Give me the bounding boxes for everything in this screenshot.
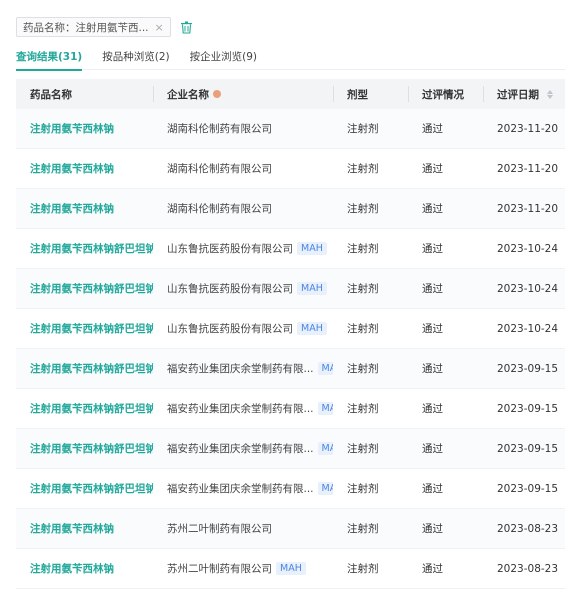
company-name: 山东鲁抗医药股份有限公司 — [167, 243, 293, 255]
trash-icon[interactable] — [179, 19, 195, 35]
tab-bar: 查询结果(31) 按品种浏览(2) 按企业浏览(9) — [16, 48, 565, 71]
tab-browse-by-variety[interactable]: 按品种浏览(2) — [102, 48, 169, 70]
review-status: 通过 — [422, 403, 443, 415]
drug-name-link[interactable]: 注射用氨苄西林钠舒巴坦钠 — [30, 241, 153, 256]
drug-name-link[interactable]: 注射用氨苄西林钠舒巴坦钠 — [30, 361, 153, 376]
review-date: 2023-08-23 — [497, 522, 559, 535]
header-review-date: 过评日期 — [483, 79, 565, 109]
dosage-form: 注射剂 — [347, 403, 379, 415]
mah-badge: MAH — [297, 322, 327, 335]
review-status: 通过 — [422, 483, 443, 495]
company-name: 湖南科伦制药有限公司 — [167, 203, 272, 215]
company-name: 苏州二叶制药有限公司 — [167, 523, 272, 535]
dosage-form: 注射剂 — [347, 323, 379, 335]
drug-name-link[interactable]: 注射用氨苄西林钠 — [30, 121, 114, 136]
company-name: 福安药业集团庆余堂制药有限... — [167, 403, 314, 415]
table-row[interactable]: 注射用氨苄西林钠舒巴坦钠 福安药业集团庆余堂制药有限...MAH 注射剂 通过 2023… — [16, 389, 565, 429]
filter-tag-drug-name[interactable]: 药品名称：注射用氨苄西... × — [16, 17, 171, 37]
company-name: 苏州二叶制药有限公司 — [167, 563, 272, 575]
review-status: 通过 — [422, 283, 443, 295]
drug-name-link[interactable]: 注射用氨苄西林钠舒巴坦钠 — [30, 401, 153, 416]
dosage-form: 注射剂 — [347, 363, 379, 375]
results-table: 药品名称 企业名称 剂型 过评情况 过评日期 注射用氨苄西林钠湖南科伦制药有限公… — [16, 79, 565, 589]
mah-badge: MAH — [297, 282, 327, 295]
review-status: 通过 — [422, 163, 443, 175]
review-status: 通过 — [422, 323, 443, 335]
header-review-status: 过评情况 — [408, 79, 483, 109]
drug-name-link[interactable]: 注射用氨苄西林钠 — [30, 161, 114, 176]
review-status: 通过 — [422, 523, 443, 535]
review-date: 2023-09-15 — [497, 362, 559, 375]
dosage-form: 注射剂 — [347, 123, 379, 135]
drug-name-link[interactable]: 注射用氨苄西林钠舒巴坦钠 — [30, 481, 153, 496]
header-company-name: 企业名称 — [153, 79, 333, 109]
mah-badge: MAH — [317, 482, 333, 495]
dosage-form: 注射剂 — [347, 483, 379, 495]
dosage-form: 注射剂 — [347, 203, 379, 215]
table-row[interactable]: 注射用氨苄西林钠舒巴坦钠 福安药业集团庆余堂制药有限...MAH 注射剂 通过 2023… — [16, 429, 565, 469]
filter-tag-label: 药品名称：注射用氨苄西... — [23, 21, 149, 34]
tab-query-results[interactable]: 查询结果(31) — [16, 48, 83, 71]
drug-name-link[interactable]: 注射用氨苄西林钠舒巴坦钠 — [30, 281, 153, 296]
dosage-form: 注射剂 — [347, 563, 379, 575]
table-row[interactable]: 注射用氨苄西林钠舒巴坦钠 山东鲁抗医药股份有限公司 MAH 注射剂 通过 2023-10-… — [16, 309, 565, 349]
review-date: 2023-11-20 — [497, 122, 559, 135]
review-status: 通过 — [422, 563, 443, 575]
review-date: 2023-09-15 — [497, 442, 559, 455]
review-date: 2023-10-24 — [497, 282, 559, 295]
company-name: 湖南科伦制药有限公司 — [167, 163, 272, 175]
table-row[interactable]: 注射用氨苄西林钠 湖南科伦制药有限公司 注射剂 通过 2023-11-20 — [16, 109, 565, 149]
review-date: 2023-11-20 — [497, 202, 559, 215]
review-status: 通过 — [422, 243, 443, 255]
table-header: 药品名称 企业名称 剂型 过评情况 过评日期 — [16, 79, 565, 109]
company-name: 福安药业集团庆余堂制药有限... — [167, 363, 314, 375]
review-date: 2023-09-15 — [497, 402, 559, 415]
drug-name-link[interactable]: 注射用氨苄西林钠舒巴坦钠 — [30, 441, 153, 456]
table-row[interactable]: 注射用氨苄西林钠舒巴坦钠 福安药业集团庆余堂制药有限...MAH 注射剂 通过 2023… — [16, 349, 565, 389]
review-date: 2023-10-24 — [497, 242, 559, 255]
drug-name-link[interactable]: 注射用氨苄西林钠舒巴坦钠 — [30, 321, 153, 336]
table-body: 注射用氨苄西林钠 湖南科伦制药有限公司 注射剂 通过 2023-11-20 注射用氨苄西林… — [16, 109, 565, 589]
header-dosage-form: 剂型 — [333, 79, 408, 109]
mah-badge: MAH — [317, 402, 333, 415]
close-icon[interactable]: × — [155, 21, 164, 34]
review-date: 2023-09-15 — [497, 482, 559, 495]
dosage-form: 注射剂 — [347, 523, 379, 535]
review-date: 2023-08-23 — [497, 562, 559, 575]
review-date: 2023-10-24 — [497, 322, 559, 335]
drug-name-link[interactable]: 注射用氨苄西林钠 — [30, 561, 114, 576]
company-name: 湖南科伦制药有限公司 — [167, 123, 272, 135]
mah-badge: MAH — [317, 442, 333, 455]
dosage-form: 注射剂 — [347, 243, 379, 255]
table-row[interactable]: 注射用氨苄西林钠舒巴坦钠 福安药业集团庆余堂制药有限...MAH 注射剂 通过 2023… — [16, 469, 565, 509]
review-status: 通过 — [422, 203, 443, 215]
table-row[interactable]: 注射用氨苄西林钠 湖南科伦制药有限公司 注射剂 通过 2023-11-20 — [16, 149, 565, 189]
review-date: 2023-11-20 — [497, 162, 559, 175]
dosage-form: 注射剂 — [347, 443, 379, 455]
review-status: 通过 — [422, 123, 443, 135]
drug-name-link[interactable]: 注射用氨苄西林钠 — [30, 201, 114, 216]
dosage-form: 注射剂 — [347, 163, 379, 175]
header-drug-name: 药品名称 — [30, 88, 72, 101]
dosage-form: 注射剂 — [347, 283, 379, 295]
mah-badge: MAH — [276, 562, 306, 575]
tab-browse-by-company[interactable]: 按企业浏览(9) — [190, 48, 257, 70]
company-name: 福安药业集团庆余堂制药有限... — [167, 483, 314, 495]
mah-badge: MAH — [317, 362, 333, 375]
table-row[interactable]: 注射用氨苄西林钠 苏州二叶制药有限公司 注射剂 通过 2023-08-23 — [16, 509, 565, 549]
table-row[interactable]: 注射用氨苄西林钠舒巴坦钠 山东鲁抗医药股份有限公司 MAH 注射剂 通过 2023-10-… — [16, 269, 565, 309]
drug-name-link[interactable]: 注射用氨苄西林钠 — [30, 521, 114, 536]
mah-badge: MAH — [297, 242, 327, 255]
info-icon[interactable] — [213, 90, 221, 98]
company-name: 山东鲁抗医药股份有限公司 — [167, 323, 293, 335]
table-row[interactable]: 注射用氨苄西林钠舒巴坦钠 山东鲁抗医药股份有限公司 MAH 注射剂 通过 2023-10-… — [16, 229, 565, 269]
filter-bar: 药品名称：注射用氨苄西... × — [16, 16, 195, 38]
company-name: 山东鲁抗医药股份有限公司 — [167, 283, 293, 295]
company-name: 福安药业集团庆余堂制药有限... — [167, 443, 314, 455]
sort-icon[interactable] — [547, 89, 553, 99]
review-status: 通过 — [422, 363, 443, 375]
table-row[interactable]: 注射用氨苄西林钠 湖南科伦制药有限公司 注射剂 通过 2023-11-20 — [16, 189, 565, 229]
review-status: 通过 — [422, 443, 443, 455]
table-row[interactable]: 注射用氨苄西林钠 苏州二叶制药有限公司 MAH 注射剂 通过 2023-08-23 — [16, 549, 565, 589]
